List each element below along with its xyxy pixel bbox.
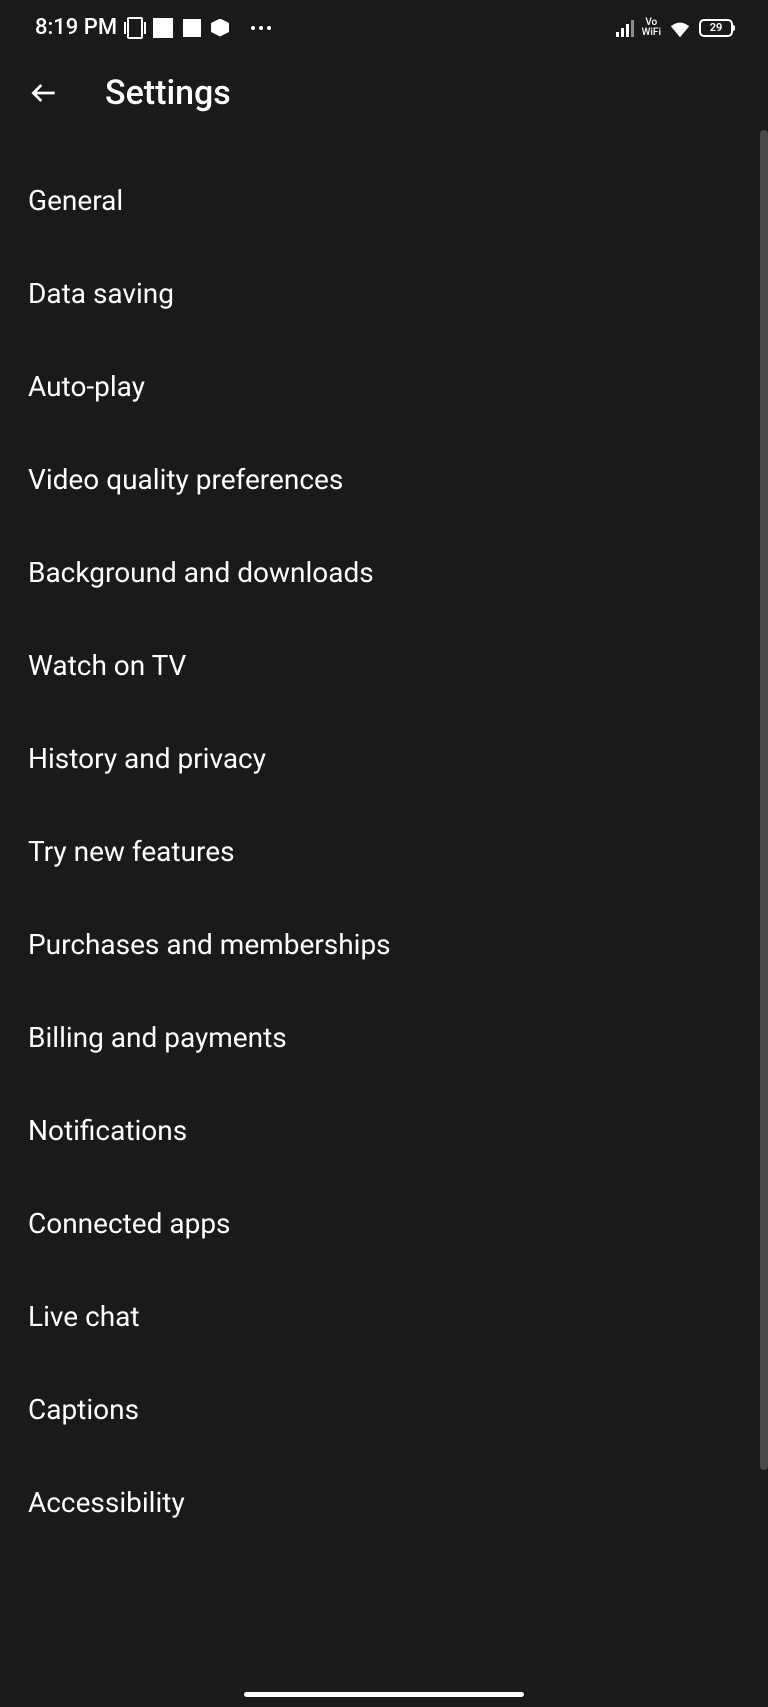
settings-item-label: Purchases and memberships	[28, 928, 391, 961]
scrollbar[interactable]	[760, 130, 768, 1470]
more-notifications-icon	[251, 26, 271, 30]
settings-item-label: Data saving	[28, 277, 174, 310]
settings-item-label: Watch on TV	[28, 649, 186, 682]
header: Settings	[0, 55, 768, 130]
settings-item-watch-on-tv[interactable]: Watch on TV	[28, 619, 740, 712]
settings-item-video-quality[interactable]: Video quality preferences	[28, 433, 740, 526]
settings-item-billing-payments[interactable]: Billing and payments	[28, 991, 740, 1084]
status-right: Vo WiFi 29	[616, 18, 733, 38]
vowifi-icon: Vo WiFi	[642, 18, 661, 38]
settings-item-label: Notifications	[28, 1114, 187, 1147]
settings-item-label: History and privacy	[28, 742, 266, 775]
settings-item-try-new-features[interactable]: Try new features	[28, 805, 740, 898]
settings-item-label: Billing and payments	[28, 1021, 287, 1054]
status-bar: 8:19 PM Vo WiFi 29	[0, 0, 768, 55]
square-icon	[183, 19, 201, 37]
hexagon-icon	[211, 19, 229, 37]
settings-item-general[interactable]: General	[28, 154, 740, 247]
settings-item-label: Video quality preferences	[28, 463, 343, 496]
settings-item-captions[interactable]: Captions	[28, 1363, 740, 1456]
settings-item-label: Accessibility	[28, 1486, 185, 1519]
settings-item-notifications[interactable]: Notifications	[28, 1084, 740, 1177]
home-indicator[interactable]	[244, 1692, 524, 1697]
settings-item-accessibility[interactable]: Accessibility	[28, 1456, 740, 1549]
settings-item-auto-play[interactable]: Auto-play	[28, 340, 740, 433]
settings-item-purchases-memberships[interactable]: Purchases and memberships	[28, 898, 740, 991]
page-title: Settings	[105, 73, 231, 113]
wifi-icon	[669, 19, 691, 37]
settings-item-connected-apps[interactable]: Connected apps	[28, 1177, 740, 1270]
settings-item-label: Auto-play	[28, 370, 145, 403]
settings-item-label: Try new features	[28, 835, 235, 868]
settings-item-history-privacy[interactable]: History and privacy	[28, 712, 740, 805]
settings-item-background-downloads[interactable]: Background and downloads	[28, 526, 740, 619]
settings-item-label: Live chat	[28, 1300, 140, 1333]
battery-icon: 29	[699, 19, 733, 37]
settings-item-label: General	[28, 184, 123, 217]
settings-item-label: Background and downloads	[28, 556, 374, 589]
settings-item-label: Connected apps	[28, 1207, 231, 1240]
settings-item-data-saving[interactable]: Data saving	[28, 247, 740, 340]
arrow-left-icon	[28, 77, 60, 109]
status-left: 8:19 PM	[35, 15, 271, 40]
app-notification-icon	[153, 18, 173, 38]
settings-item-live-chat[interactable]: Live chat	[28, 1270, 740, 1363]
settings-item-label: Captions	[28, 1393, 139, 1426]
settings-list: General Data saving Auto-play Video qual…	[0, 130, 768, 1573]
status-time: 8:19 PM	[35, 15, 117, 40]
back-button[interactable]	[28, 77, 60, 109]
vibrate-icon	[127, 17, 143, 39]
signal-icon	[616, 19, 634, 37]
